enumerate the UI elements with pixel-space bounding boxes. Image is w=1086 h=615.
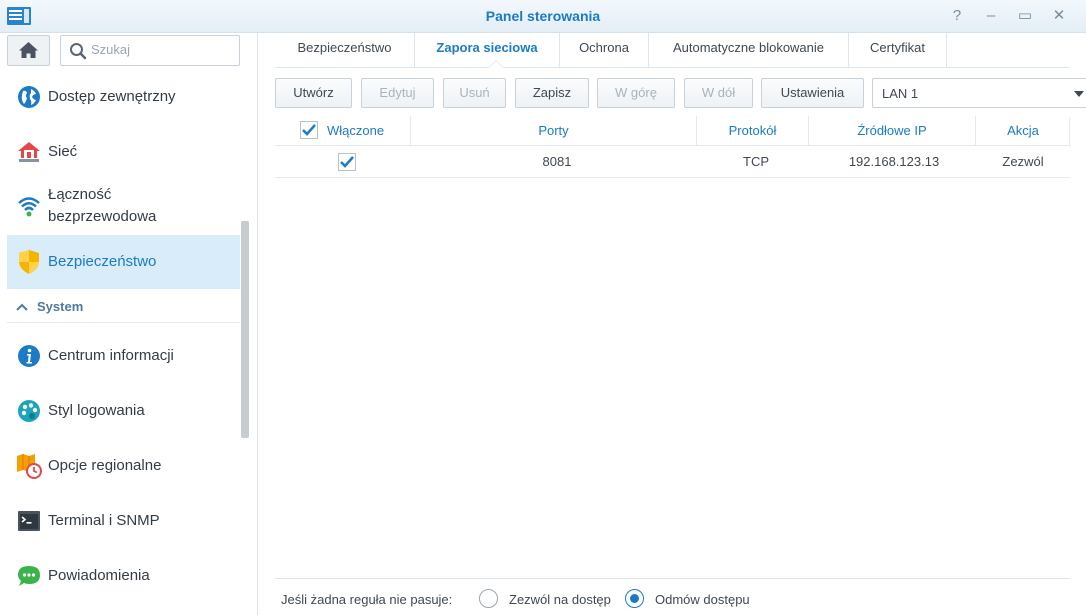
default-policy-bar: Jeśli żadna reguła nie pasuje: Zezwól na… xyxy=(275,578,1070,615)
sidebar-item-external-access[interactable]: Dostęp zewnętrzny xyxy=(7,79,240,115)
sidebar-item-label: Terminal i SNMP xyxy=(48,512,160,529)
sidebar-item-label: Styl logowania xyxy=(48,402,145,419)
table-header: Włączone Porty Protokół Źródłowe IP Akcj… xyxy=(275,116,1070,146)
search-input[interactable] xyxy=(91,42,231,57)
chevron-up-icon xyxy=(16,303,28,311)
sidebar-item-notifications[interactable]: Powiadomienia xyxy=(7,558,240,594)
interface-select-value: LAN 1 xyxy=(882,86,919,101)
sidebar-item-security[interactable]: Bezpieczeństwo xyxy=(7,235,240,289)
chat-bubble-icon xyxy=(16,563,42,589)
default-policy-label: Jeśli żadna reguła nie pasuje: xyxy=(281,592,453,607)
tab-protection[interactable]: Ochrona xyxy=(560,33,649,68)
table-row[interactable]: 8081 TCP 192.168.123.13 Zezwól xyxy=(275,147,1070,178)
sidebar-item-network[interactable]: Sieć xyxy=(7,134,240,170)
tab-certificate[interactable]: Certyfikat xyxy=(849,33,947,68)
window-title: Panel sterowania xyxy=(485,8,601,24)
allow-access-radio[interactable] xyxy=(479,589,498,608)
globe-icon xyxy=(16,84,42,110)
main-panel: Bezpieczeństwo Zapora sieciowa Ochrona A… xyxy=(259,33,1086,615)
info-icon xyxy=(16,343,42,369)
cell-action: Zezwól xyxy=(1002,154,1044,169)
sidebar-item-wireless[interactable]: Łączność bezprzewodowa xyxy=(7,181,240,231)
shield-icon xyxy=(16,249,42,275)
home-button[interactable] xyxy=(7,35,50,66)
column-action[interactable]: Akcja xyxy=(976,116,1070,146)
deny-access-label[interactable]: Odmów dostępu xyxy=(655,592,750,607)
settings-button[interactable]: Ustawienia xyxy=(761,78,864,108)
column-label: Włączone xyxy=(327,123,385,138)
map-clock-icon xyxy=(16,453,42,479)
terminal-icon xyxy=(16,508,42,534)
home-icon xyxy=(19,42,38,58)
title-bar: Panel sterowania ? – ▭ ✕ xyxy=(0,0,1086,33)
close-icon[interactable]: ✕ xyxy=(1047,5,1071,27)
search-icon xyxy=(70,43,87,60)
search-box[interactable] xyxy=(60,35,240,66)
column-ports[interactable]: Porty xyxy=(411,116,697,146)
wifi-icon xyxy=(16,193,42,219)
interface-select[interactable]: LAN 1 xyxy=(872,78,1086,108)
column-source-ip[interactable]: Źródłowe IP xyxy=(809,116,976,146)
section-label: System xyxy=(37,299,84,314)
sidebar-section-system[interactable]: System xyxy=(7,291,240,323)
sidebar-item-regional-options[interactable]: Opcje regionalne xyxy=(7,448,240,484)
help-icon[interactable]: ? xyxy=(945,5,969,27)
sidebar-item-label: Opcje regionalne xyxy=(48,457,162,474)
sidebar-item-login-style[interactable]: Styl logowania xyxy=(7,393,240,429)
cell-protocol: TCP xyxy=(743,154,769,169)
allow-access-label[interactable]: Zezwól na dostęp xyxy=(509,592,611,607)
sidebar-item-label: Sieć xyxy=(48,143,78,160)
delete-button[interactable]: Usuń xyxy=(443,78,506,108)
sidebar-item-label: Dostęp zewnętrzny xyxy=(48,88,176,105)
chevron-down-icon xyxy=(1074,91,1084,97)
cell-source-ip: 192.168.123.13 xyxy=(848,154,940,169)
maximize-icon[interactable]: ▭ xyxy=(1013,5,1037,27)
house-network-icon xyxy=(16,139,42,165)
tab-auto-block[interactable]: Automatyczne blokowanie xyxy=(649,33,849,68)
deny-access-radio[interactable] xyxy=(625,589,644,608)
cell-ports: 8081 xyxy=(542,154,572,169)
table-scroll-gutter xyxy=(1069,117,1079,147)
sidebar-item-info-center[interactable]: Centrum informacji xyxy=(7,338,240,374)
select-all-checkbox[interactable] xyxy=(300,121,318,139)
rule-enabled-checkbox[interactable] xyxy=(338,153,356,171)
move-up-button[interactable]: W górę xyxy=(597,78,675,108)
minimize-icon[interactable]: – xyxy=(979,5,1003,27)
tab-bar: Bezpieczeństwo Zapora sieciowa Ochrona A… xyxy=(275,33,1070,68)
toolbar: Utwórz Edytuj Usuń Zapisz W górę W dół U… xyxy=(275,78,1086,108)
sidebar-scrollbar[interactable] xyxy=(241,221,249,438)
sidebar-item-terminal-snmp[interactable]: Terminal i SNMP xyxy=(7,503,240,539)
sidebar-item-label: Bezpieczeństwo xyxy=(48,253,157,270)
sidebar-item-label: Powiadomienia xyxy=(48,567,150,584)
sidebar-item-label: Centrum informacji xyxy=(48,347,174,364)
tab-security[interactable]: Bezpieczeństwo xyxy=(275,33,415,68)
sidebar: Dostęp zewnętrzny Sieć Łączność bezprzew… xyxy=(0,33,258,615)
column-protocol[interactable]: Protokół xyxy=(697,116,809,146)
column-enabled[interactable]: Włączone xyxy=(275,116,411,146)
sidebar-item-label: Łączność bezprzewodowa xyxy=(48,186,157,225)
create-button[interactable]: Utwórz xyxy=(275,78,352,108)
edit-button[interactable]: Edytuj xyxy=(361,78,434,108)
save-button[interactable]: Zapisz xyxy=(515,78,589,108)
move-down-button[interactable]: W dół xyxy=(684,78,753,108)
active-tab-indicator xyxy=(488,60,504,68)
palette-icon xyxy=(16,398,42,424)
